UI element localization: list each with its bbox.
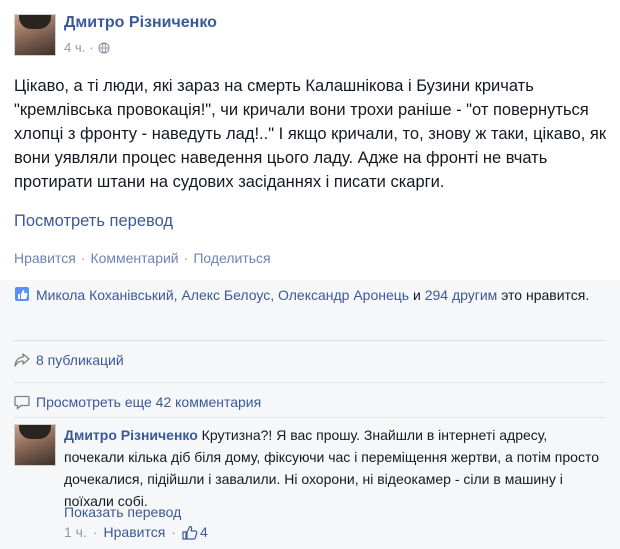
likes-summary: Микола Коханівський, Алекс Белоус, Олекс… xyxy=(14,284,604,306)
shares-link[interactable]: 8 публикаций xyxy=(14,352,124,368)
shares-count[interactable]: 8 публикаций xyxy=(36,352,124,368)
comment-timestamp[interactable]: 1 ч. xyxy=(64,524,87,540)
comment-body: Дмитро Різниченко Крутизна?! Я вас прошу… xyxy=(64,424,604,512)
facebook-post: Дмитро Різниченко 4 ч. · Цікаво, а ті лю… xyxy=(0,0,620,549)
divider xyxy=(14,382,606,383)
like-thumb-icon xyxy=(182,525,198,540)
post-timestamp[interactable]: 4 ч. xyxy=(64,40,85,55)
view-more-comments[interactable]: Просмотреть еще 42 комментария xyxy=(14,394,261,410)
post-body-text: Цікаво, а ті люди, які зараз на смерть К… xyxy=(14,77,607,191)
separator-dot: · xyxy=(80,250,86,266)
share-arrow-icon xyxy=(14,353,30,367)
comment-bubble-icon xyxy=(14,395,30,410)
see-translation-link[interactable]: Посмотреть перевод xyxy=(14,212,173,231)
like-button[interactable]: Нравится xyxy=(14,250,76,266)
share-button[interactable]: Поделиться xyxy=(193,250,270,266)
likers-names-link[interactable]: Микола Коханівський, Алекс Белоус, Олекс… xyxy=(36,287,409,303)
comment-like-button[interactable]: Нравится xyxy=(104,524,166,540)
author-avatar[interactable] xyxy=(14,14,56,56)
likes-suffix: это нравится. xyxy=(501,287,590,303)
view-more-comments-label[interactable]: Просмотреть еще 42 комментария xyxy=(36,394,261,410)
comment-actions: 1 ч. · Нравится · 4 xyxy=(64,524,208,540)
post-meta: 4 ч. · xyxy=(64,40,110,55)
likes-conjunction: и xyxy=(412,287,421,303)
comment-like-count-value: 4 xyxy=(199,524,208,540)
comment-like-count[interactable]: 4 xyxy=(182,524,208,540)
post-author-name[interactable]: Дмитро Різниченко xyxy=(64,14,217,32)
like-thumb-icon xyxy=(15,287,29,301)
separator-dot: · xyxy=(183,250,189,266)
comment-button[interactable]: Комментарий xyxy=(90,250,178,266)
comment-author-name[interactable]: Дмитро Різниченко xyxy=(64,427,198,443)
post-actions: Нравится · Комментарий · Поделиться xyxy=(14,250,271,266)
separator-dot: · xyxy=(89,40,94,55)
comment-author-avatar[interactable] xyxy=(14,424,56,466)
divider xyxy=(14,417,606,418)
separator-dot: · xyxy=(92,524,98,540)
comment-translate-link[interactable]: Показать перевод xyxy=(64,504,181,520)
globe-icon[interactable] xyxy=(97,41,110,54)
separator-dot: · xyxy=(171,524,176,540)
likers-others-link[interactable]: 294 другим xyxy=(425,287,498,303)
divider xyxy=(14,340,606,341)
